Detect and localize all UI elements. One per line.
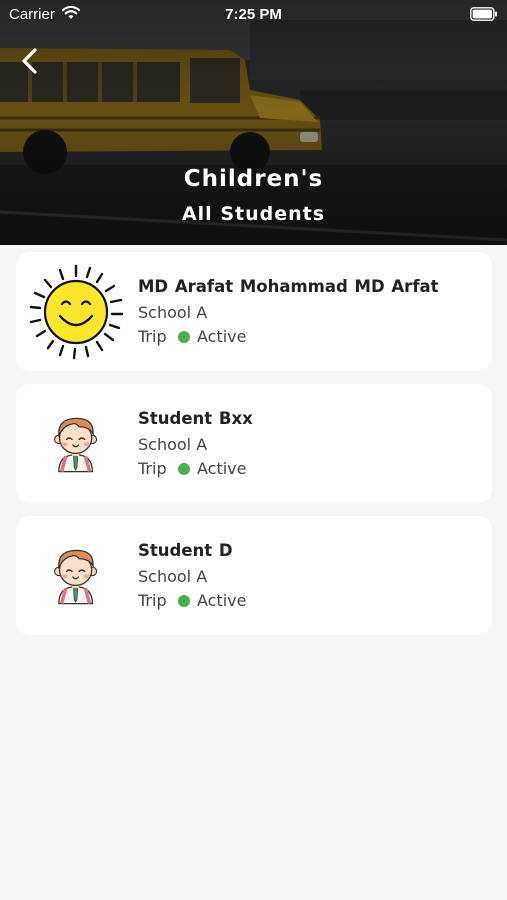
- boy-cartoon-avatar: [28, 396, 124, 492]
- status-dot-icon: [178, 463, 190, 475]
- boy-cartoon-avatar: [28, 528, 124, 624]
- trip-status: Active: [197, 591, 247, 610]
- student-name: Student Bxx: [138, 409, 253, 428]
- status-dot-icon: [178, 595, 190, 607]
- trip-label: Trip: [138, 459, 167, 478]
- trip-status: Active: [197, 459, 247, 478]
- status-time: 7:25 PM: [225, 6, 282, 23]
- student-name: MD Arafat Mohammad MD Arfat: [138, 277, 439, 296]
- trip-status: Active: [197, 327, 247, 346]
- trip-label: Trip: [138, 591, 167, 610]
- trip-label: Trip: [138, 327, 167, 346]
- chevron-left-icon: [22, 48, 37, 74]
- status-bar: Carrier 7:25 PM: [0, 0, 507, 28]
- back-button[interactable]: [12, 44, 46, 78]
- header-banner: Carrier 7:25 PM Children's All Students: [0, 0, 507, 245]
- student-list: MD Arafat Mohammad MD Arfat School A Tri…: [16, 252, 492, 648]
- student-school: School A: [138, 567, 208, 586]
- sun-smiley-avatar: [28, 264, 124, 360]
- student-card[interactable]: Student D School A Trip Active: [16, 516, 492, 635]
- student-name: Student D: [138, 541, 233, 560]
- student-school: School A: [138, 435, 208, 454]
- battery-icon: [470, 7, 498, 25]
- page-subtitle: All Students: [181, 203, 326, 225]
- student-school: School A: [138, 303, 208, 322]
- student-card[interactable]: MD Arafat Mohammad MD Arfat School A Tri…: [16, 252, 492, 371]
- page-title: Children's: [183, 166, 324, 192]
- student-card[interactable]: Student Bxx School A Trip Active: [16, 384, 492, 503]
- status-dot-icon: [178, 331, 190, 343]
